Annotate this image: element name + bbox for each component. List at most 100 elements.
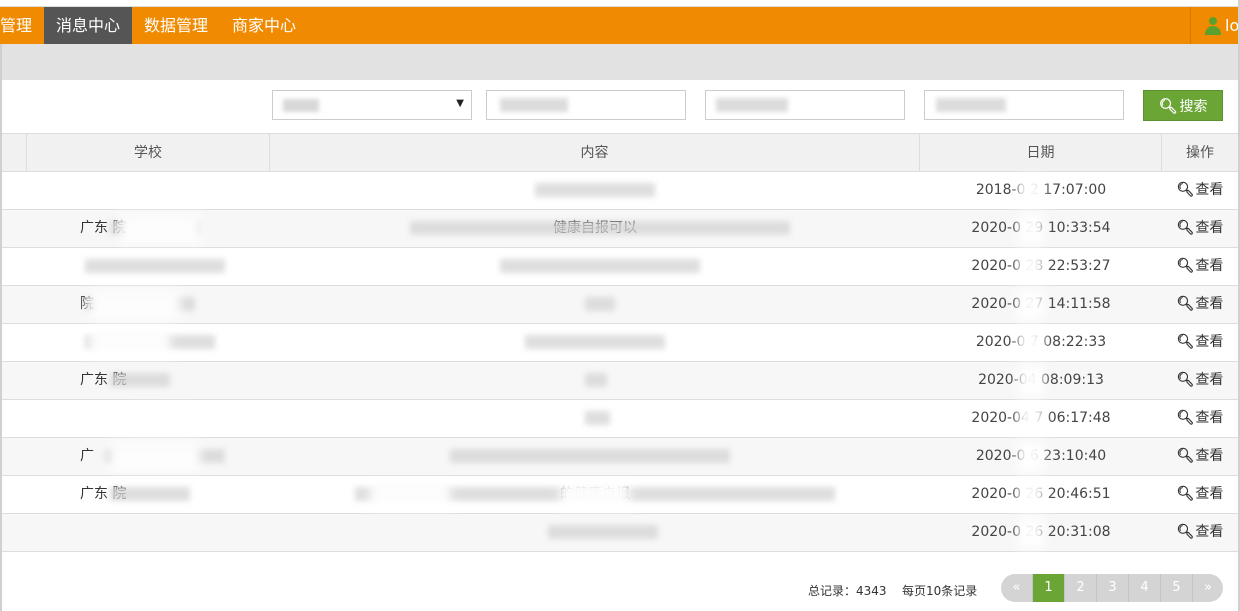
- table-row: 广东 院 健康自报可以 2020-0 29 10:33:54 🔍︎查看: [0, 210, 1238, 248]
- header-school: 学校: [27, 134, 270, 172]
- view-label: 查看: [1195, 296, 1224, 312]
- table-footer: 总记录：4343 每页10条记录 «1 2 3 4 5»: [0, 574, 1238, 604]
- table-row: 院 2020-0 27 14:11:58 🔍︎查看: [0, 286, 1238, 324]
- search-icon: 🔍︎: [1176, 296, 1195, 312]
- table-body: 2018-0 2 17:07:00 🔍︎查看 广东 院 健康自报可以 2020-0 2…: [0, 172, 1238, 552]
- cell-content: [270, 438, 920, 475]
- user-menu[interactable]: lo: [1190, 7, 1238, 44]
- page-number[interactable]: 1: [1033, 574, 1065, 602]
- view-label: 查看: [1195, 448, 1224, 464]
- view-button[interactable]: 🔍︎查看: [1162, 362, 1238, 399]
- cell-content: [270, 172, 920, 209]
- message-table: 学校 内容 日期 操作 2018-0 2 17:07:00 🔍︎查看 广东 院 健康…: [0, 133, 1238, 552]
- table-row: 广 2020-0 6 23:10:40 🔍︎查看: [0, 438, 1238, 476]
- cell-date: 2020-0 27 14:11:58: [971, 296, 1111, 312]
- cell-school: [80, 172, 266, 209]
- cell-date: 2020-0 28 22:53:27: [971, 258, 1111, 274]
- pagination: «1 2 3 4 5»: [1001, 574, 1223, 602]
- table-row: 2020-04 7 06:17:48 🔍︎查看: [0, 400, 1238, 438]
- view-button[interactable]: 🔍︎查看: [1162, 324, 1238, 361]
- cell-content: [270, 514, 920, 551]
- cell-school: 广: [80, 448, 94, 464]
- page-number[interactable]: 5: [1161, 574, 1193, 602]
- search-icon: 🔍︎: [1176, 410, 1195, 426]
- filter-input-2[interactable]: [705, 90, 905, 120]
- view-button[interactable]: 🔍︎查看: [1162, 172, 1238, 209]
- cell-content: 健康自报可以: [553, 220, 637, 236]
- cell-date: 2020-0 26 20:46:51: [971, 486, 1111, 502]
- view-label: 查看: [1195, 372, 1224, 388]
- nav-item-manage[interactable]: 管理: [0, 7, 44, 44]
- nav-item-message-center[interactable]: 消息中心: [44, 7, 133, 44]
- view-button[interactable]: 🔍︎查看: [1162, 400, 1238, 437]
- cell-content: [270, 248, 920, 285]
- view-label: 查看: [1195, 258, 1224, 274]
- filter-input-1[interactable]: [486, 90, 686, 120]
- table-row: 2018-0 2 17:07:00 🔍︎查看: [0, 172, 1238, 210]
- cell-content: [270, 286, 920, 323]
- page-number[interactable]: 3: [1097, 574, 1129, 602]
- table-row: 广东 院 的健康自报 2020-0 26 20:46:51 🔍︎查看: [0, 476, 1238, 514]
- view-button[interactable]: 🔍︎查看: [1162, 248, 1238, 285]
- search-icon: 🔍︎: [1176, 524, 1195, 540]
- view-label: 查看: [1195, 220, 1224, 236]
- header-date: 日期: [920, 134, 1162, 172]
- view-button[interactable]: 🔍︎查看: [1162, 210, 1238, 247]
- filter-select[interactable]: ▼: [272, 90, 472, 120]
- page-number[interactable]: 4: [1129, 574, 1161, 602]
- cell-date: 2020-0 7 08:22:33: [975, 334, 1107, 350]
- cell-date: 2020-0 29 10:33:54: [971, 220, 1111, 236]
- filter-bar: ▼ 🔍︎ 搜索: [0, 80, 1238, 133]
- select-value-redacted: [283, 99, 319, 112]
- cell-content: [270, 400, 920, 437]
- cell-school: 广东 院: [80, 220, 127, 236]
- view-button[interactable]: 🔍︎查看: [1162, 286, 1238, 323]
- table-row: 2020-0 26 20:31:08 🔍︎查看: [0, 514, 1238, 552]
- search-icon: 🔍︎: [1176, 220, 1195, 236]
- cell-school: 广东 院: [80, 486, 127, 502]
- table-header: 学校 内容 日期 操作: [0, 133, 1238, 172]
- cell-school: 广东 院: [80, 372, 127, 388]
- search-icon: 🔍︎: [1158, 96, 1178, 115]
- view-button[interactable]: 🔍︎查看: [1162, 476, 1238, 513]
- view-label: 查看: [1195, 410, 1224, 426]
- cell-school: [80, 400, 266, 437]
- view-button[interactable]: 🔍︎查看: [1162, 514, 1238, 551]
- view-label: 查看: [1195, 486, 1224, 502]
- search-icon: 🔍︎: [1176, 182, 1195, 198]
- page-next[interactable]: »: [1193, 574, 1223, 602]
- window-left-edge: [0, 44, 2, 611]
- page-number[interactable]: 2: [1065, 574, 1097, 602]
- table-row: 2020-0 28 22:53:27 🔍︎查看: [0, 248, 1238, 286]
- cell-school: [80, 324, 266, 361]
- filter-input-3[interactable]: [924, 90, 1124, 120]
- cell-date: 2020-04 08:09:13: [978, 372, 1104, 388]
- page-prev[interactable]: «: [1001, 574, 1033, 602]
- search-icon: 🔍︎: [1176, 258, 1195, 274]
- user-icon: [1205, 16, 1221, 35]
- header-operation: 操作: [1186, 145, 1214, 161]
- cell-content: [270, 362, 920, 399]
- nav-item-merchant-center[interactable]: 商家中心: [220, 7, 308, 44]
- search-button[interactable]: 🔍︎ 搜索: [1143, 90, 1223, 121]
- records-per-page: 每页10条记录: [902, 584, 978, 598]
- window-top-edge: [0, 0, 1240, 7]
- top-navbar: 管理 消息中心 数据管理 商家中心 lo: [0, 7, 1238, 44]
- cell-date: 2018-0 2 17:07:00: [975, 182, 1107, 198]
- header-content: 内容: [270, 134, 920, 172]
- dropdown-arrow-icon: ▼: [456, 98, 464, 109]
- view-button[interactable]: 🔍︎查看: [1162, 438, 1238, 475]
- nav-item-data-management[interactable]: 数据管理: [132, 7, 220, 44]
- cell-content: [270, 324, 920, 361]
- cell-date: 2020-0 6 23:10:40: [975, 448, 1107, 464]
- cell-school: 院: [80, 296, 94, 312]
- view-label: 查看: [1195, 334, 1224, 350]
- cell-date: 2020-0 26 20:31:08: [971, 524, 1111, 540]
- user-name: lo: [1225, 16, 1238, 35]
- table-row: 2020-0 7 08:22:33 🔍︎查看: [0, 324, 1238, 362]
- header-checkbox-col: [0, 134, 27, 172]
- search-icon: 🔍︎: [1176, 448, 1195, 464]
- sub-toolbar: [0, 44, 1238, 80]
- total-records: 总记录：4343: [808, 584, 887, 598]
- view-label: 查看: [1195, 524, 1224, 540]
